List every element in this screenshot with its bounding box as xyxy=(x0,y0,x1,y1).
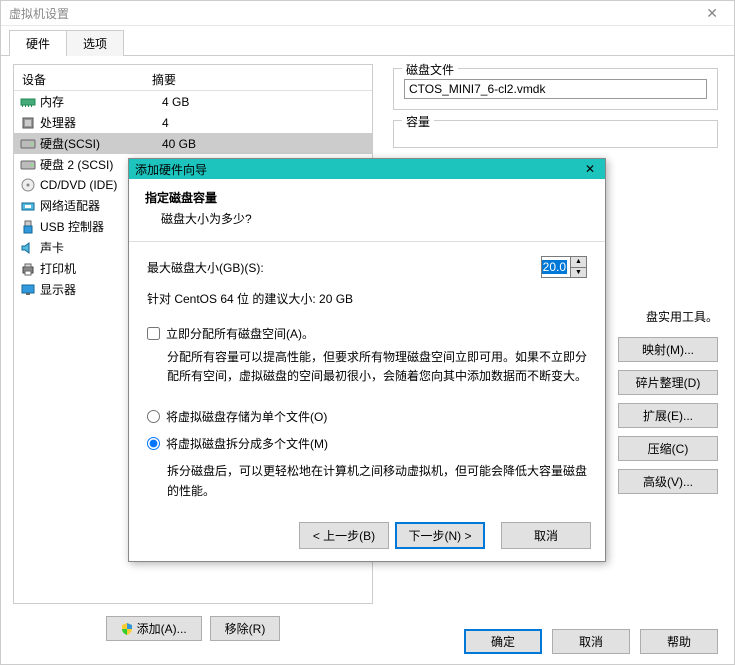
disk-size-value: 20.0 xyxy=(542,260,567,274)
store-single-label: 将虚拟磁盘存储为单个文件(O) xyxy=(166,408,327,425)
help-button[interactable]: 帮助 xyxy=(640,629,718,654)
hw-row-memory[interactable]: 内存 4 GB xyxy=(14,91,372,112)
tab-options[interactable]: 选项 xyxy=(66,30,124,56)
ok-button[interactable]: 确定 xyxy=(464,629,542,654)
wizard-titlebar: 添加硬件向导 ✕ xyxy=(129,159,605,179)
map-button[interactable]: 映射(M)... xyxy=(618,337,718,362)
tabs: 硬件 选项 xyxy=(1,26,734,56)
spin-down-icon[interactable]: ▼ xyxy=(571,268,586,278)
recommend-text: 针对 CentOS 64 位 的建议大小: 20 GB xyxy=(147,290,587,307)
cancel-button[interactable]: 取消 xyxy=(552,629,630,654)
disk-icon xyxy=(20,157,36,173)
spin-up-icon[interactable]: ▲ xyxy=(571,257,586,268)
wizard-cancel-button[interactable]: 取消 xyxy=(501,522,591,549)
wizard-header: 指定磁盘容量 磁盘大小为多少? xyxy=(129,179,605,242)
display-icon xyxy=(20,282,36,298)
network-icon xyxy=(20,198,36,214)
split-desc: 拆分磁盘后，可以更轻松地在计算机之间移动虚拟机，但可能会降低大容量磁盘的性能。 xyxy=(167,462,587,500)
wizard-back-button[interactable]: < 上一步(B) xyxy=(299,522,389,549)
compact-button[interactable]: 压缩(C) xyxy=(618,436,718,461)
capacity-group: 容量 xyxy=(393,120,718,148)
main-titlebar: 虚拟机设置 ✕ xyxy=(1,1,734,26)
store-split-label: 将虚拟磁盘拆分成多个文件(M) xyxy=(166,435,328,452)
disk-icon xyxy=(20,136,36,152)
cpu-icon xyxy=(20,115,36,131)
allocate-desc: 分配所有容量可以提高性能，但要求所有物理磁盘空间立即可用。如果不立即分配所有空间… xyxy=(167,348,587,386)
hw-row-cpu[interactable]: 处理器 4 xyxy=(14,112,372,133)
remove-hardware-button[interactable]: 移除(R) xyxy=(210,616,281,641)
allocate-now-checkbox[interactable] xyxy=(147,327,160,340)
allocate-now-label: 立即分配所有磁盘空间(A)。 xyxy=(166,325,314,342)
defrag-button[interactable]: 碎片整理(D) xyxy=(618,370,718,395)
wizard-title: 添加硬件向导 xyxy=(135,161,207,178)
window-title: 虚拟机设置 xyxy=(9,5,69,22)
wizard-header-sub: 磁盘大小为多少? xyxy=(161,210,589,227)
memory-icon xyxy=(20,94,36,110)
wizard-close-icon[interactable]: ✕ xyxy=(581,162,599,176)
sound-icon xyxy=(20,240,36,256)
add-hardware-wizard: 添加硬件向导 ✕ 指定磁盘容量 磁盘大小为多少? 最大磁盘大小(GB)(S): … xyxy=(128,158,606,562)
disk-file-group: 磁盘文件 xyxy=(393,68,718,110)
store-single-radio[interactable] xyxy=(147,410,160,423)
expand-button[interactable]: 扩展(E)... xyxy=(618,403,718,428)
wizard-header-title: 指定磁盘容量 xyxy=(145,189,589,206)
col-device: 设备 xyxy=(22,71,152,88)
usb-icon xyxy=(20,219,36,235)
tab-hardware[interactable]: 硬件 xyxy=(9,30,67,56)
close-icon[interactable]: ✕ xyxy=(698,5,726,22)
store-split-radio[interactable] xyxy=(147,437,160,450)
disk-size-spinner[interactable]: 20.0 ▲ ▼ xyxy=(541,256,587,278)
hw-row-disk1[interactable]: 硬盘(SCSI) 40 GB xyxy=(14,133,372,154)
cd-icon xyxy=(20,177,36,193)
printer-icon xyxy=(20,261,36,277)
main-footer: 确定 取消 帮助 xyxy=(464,629,718,654)
advanced-button[interactable]: 高级(V)... xyxy=(618,469,718,494)
shield-icon xyxy=(121,623,133,635)
max-size-label: 最大磁盘大小(GB)(S): xyxy=(147,259,335,276)
wizard-next-button[interactable]: 下一步(N) > xyxy=(395,522,485,549)
add-hardware-button[interactable]: 添加(A)... xyxy=(106,616,202,641)
disk-file-input[interactable] xyxy=(404,79,707,99)
col-summary: 摘要 xyxy=(152,71,364,88)
